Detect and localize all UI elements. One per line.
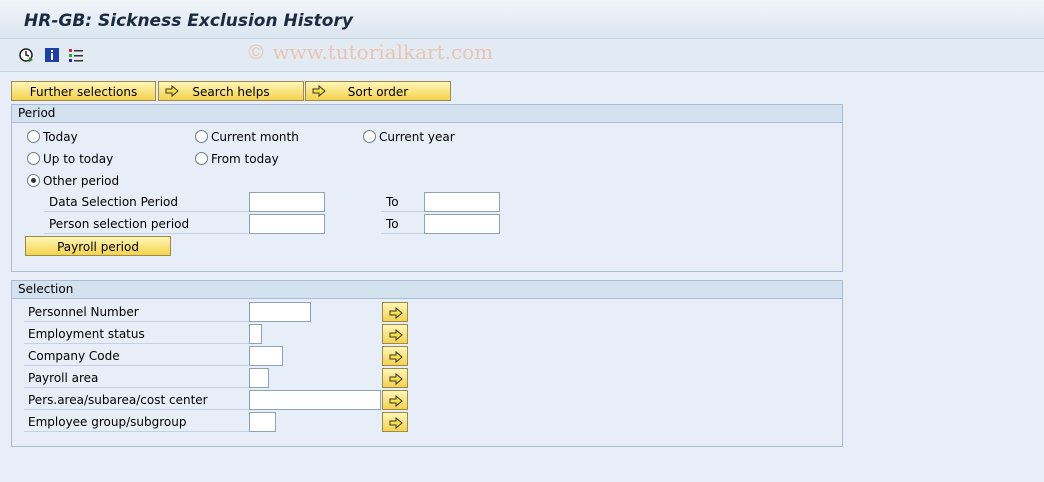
radio-button-icon	[195, 152, 208, 165]
data-selection-to-input[interactable]	[424, 192, 500, 212]
person-selection-to-input[interactable]	[424, 214, 500, 234]
radio-today-label: Today	[43, 130, 78, 144]
radio-current-year[interactable]: Current year	[363, 129, 455, 145]
radio-button-icon	[195, 130, 208, 143]
payroll-period-button[interactable]: Payroll period	[25, 236, 171, 256]
radio-other-period[interactable]: Other period	[27, 173, 119, 189]
multiple-selection-arrow-icon	[389, 394, 403, 408]
radio-today[interactable]: Today	[27, 129, 78, 145]
payroll-area-label: Payroll area	[24, 368, 249, 388]
employee-group-input[interactable]	[249, 412, 276, 432]
data-selection-period-label: Data Selection Period	[44, 192, 249, 212]
employment-status-label: Employment status	[24, 324, 249, 344]
sort-order-button[interactable]: Sort order	[305, 81, 451, 101]
payroll-period-label: Payroll period	[57, 240, 139, 254]
pers-area-multiple-selection-button[interactable]	[382, 390, 408, 410]
program-selections-icon[interactable]	[68, 47, 84, 63]
person-selection-to-label: To	[381, 214, 424, 234]
radio-from-today-label: From today	[211, 152, 279, 166]
data-selection-to-label: To	[381, 192, 424, 212]
multiple-selection-arrow-icon	[389, 372, 403, 386]
application-toolbar	[0, 39, 1044, 72]
employment-status-multiple-selection-button[interactable]	[382, 324, 408, 344]
data-selection-from-input[interactable]	[249, 192, 325, 212]
pers-area-label: Pers.area/subarea/cost center	[24, 390, 249, 410]
radio-from-today[interactable]: From today	[195, 151, 279, 167]
person-selection-from-input[interactable]	[249, 214, 325, 234]
radio-up-to-today[interactable]: Up to today	[27, 151, 113, 167]
info-icon[interactable]	[44, 47, 60, 63]
radio-current-month-label: Current month	[211, 130, 299, 144]
radio-current-year-label: Current year	[379, 130, 455, 144]
further-selections-label: Further selections	[29, 85, 138, 99]
radio-current-month[interactable]: Current month	[195, 129, 299, 145]
watermark: © www.tutorialkart.com	[246, 40, 494, 64]
multiple-selection-arrow-icon	[389, 328, 403, 342]
radio-up-to-today-label: Up to today	[43, 152, 114, 166]
company-code-multiple-selection-button[interactable]	[382, 346, 408, 366]
personnel-number-input[interactable]	[249, 302, 311, 322]
multiple-selection-arrow-icon	[389, 416, 403, 430]
multiple-selection-arrow-icon	[389, 350, 403, 364]
arrow-right-icon	[312, 84, 326, 98]
sort-order-label: Sort order	[347, 85, 409, 99]
selection-group-title: Selection	[12, 281, 842, 299]
window-title: HR-GB: Sickness Exclusion History	[24, 11, 353, 31]
title-bar: HR-GB: Sickness Exclusion History	[0, 0, 1044, 39]
radio-button-icon	[27, 152, 40, 165]
company-code-label: Company Code	[24, 346, 249, 366]
pers-area-input[interactable]	[249, 390, 381, 410]
company-code-input[interactable]	[249, 346, 283, 366]
search-helps-button[interactable]: Search helps	[158, 81, 304, 101]
employee-group-multiple-selection-button[interactable]	[382, 412, 408, 432]
personnel-number-label: Personnel Number	[24, 302, 249, 322]
further-selections-button[interactable]: Further selections	[11, 81, 156, 101]
radio-button-selected-icon	[27, 174, 40, 187]
arrow-right-icon	[165, 84, 179, 98]
execute-icon[interactable]	[18, 47, 34, 63]
payroll-area-input[interactable]	[249, 368, 269, 388]
period-group-title: Period	[12, 105, 842, 123]
radio-button-icon	[27, 130, 40, 143]
radio-button-icon	[363, 130, 376, 143]
multiple-selection-arrow-icon	[389, 306, 403, 320]
payroll-area-multiple-selection-button[interactable]	[382, 368, 408, 388]
personnel-number-multiple-selection-button[interactable]	[382, 302, 408, 322]
employment-status-input[interactable]	[249, 324, 262, 344]
person-selection-period-label: Person selection period	[44, 214, 249, 234]
search-helps-label: Search helps	[192, 85, 270, 99]
employee-group-label: Employee group/subgroup	[24, 412, 249, 432]
radio-other-period-label: Other period	[43, 174, 120, 188]
